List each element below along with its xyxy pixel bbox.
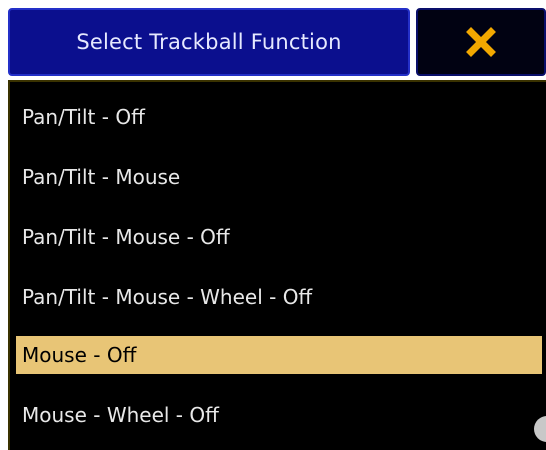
list-item-pan-tilt-mouse-wheel-off[interactable]: Pan/Tilt - Mouse - Wheel - Off	[16, 278, 542, 316]
list-item-mouse-off[interactable]: Mouse - Off	[16, 336, 542, 374]
list-item-label: Pan/Tilt - Mouse - Wheel - Off	[22, 285, 313, 309]
list-item-pan-tilt-mouse-off[interactable]: Pan/Tilt - Mouse - Off	[16, 218, 542, 256]
list-item-label: Mouse - Wheel - Off	[22, 403, 219, 427]
close-button[interactable]	[416, 8, 546, 76]
list-item-pan-tilt-off[interactable]: Pan/Tilt - Off	[16, 98, 542, 136]
dialog-title: Select Trackball Function	[76, 30, 342, 54]
dialog-title-bar: Select Trackball Function	[8, 8, 410, 76]
list-item-label: Pan/Tilt - Mouse - Off	[22, 225, 230, 249]
list-item-label: Mouse - Off	[22, 343, 137, 367]
list-item-pan-tilt-mouse[interactable]: Pan/Tilt - Mouse	[16, 158, 542, 196]
close-icon	[465, 26, 497, 58]
list-item-mouse-wheel-off[interactable]: Mouse - Wheel - Off	[16, 396, 542, 434]
list-item-label: Pan/Tilt - Off	[22, 105, 145, 129]
list-item-label: Pan/Tilt - Mouse	[22, 165, 181, 189]
trackball-function-list: Pan/Tilt - Off Pan/Tilt - Mouse Pan/Tilt…	[8, 80, 546, 450]
